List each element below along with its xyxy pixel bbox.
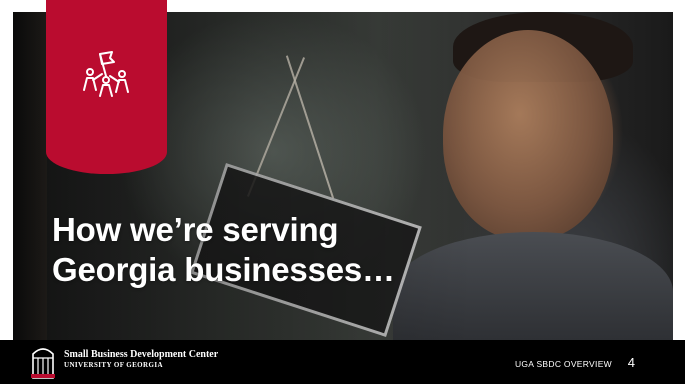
section-label: UGA SBDC OVERVIEW bbox=[514, 359, 612, 369]
uga-arch-logo-icon bbox=[31, 348, 55, 379]
red-banner-tab bbox=[46, 0, 167, 174]
university-name: UNIVERSITY OF GEORGIA bbox=[64, 361, 163, 369]
slide-footer: Small Business Development Center UNIVER… bbox=[0, 340, 685, 384]
presentation-slide: How we’re serving Georgia businesses… Sm… bbox=[0, 0, 685, 384]
page-number: 4 bbox=[627, 355, 635, 370]
headline-line-2: Georgia businesses… bbox=[52, 251, 395, 288]
headline-line-1: How we’re serving bbox=[52, 211, 339, 248]
slide-headline: How we’re serving Georgia businesses… bbox=[52, 210, 512, 290]
team-flag-icon bbox=[83, 51, 129, 97]
